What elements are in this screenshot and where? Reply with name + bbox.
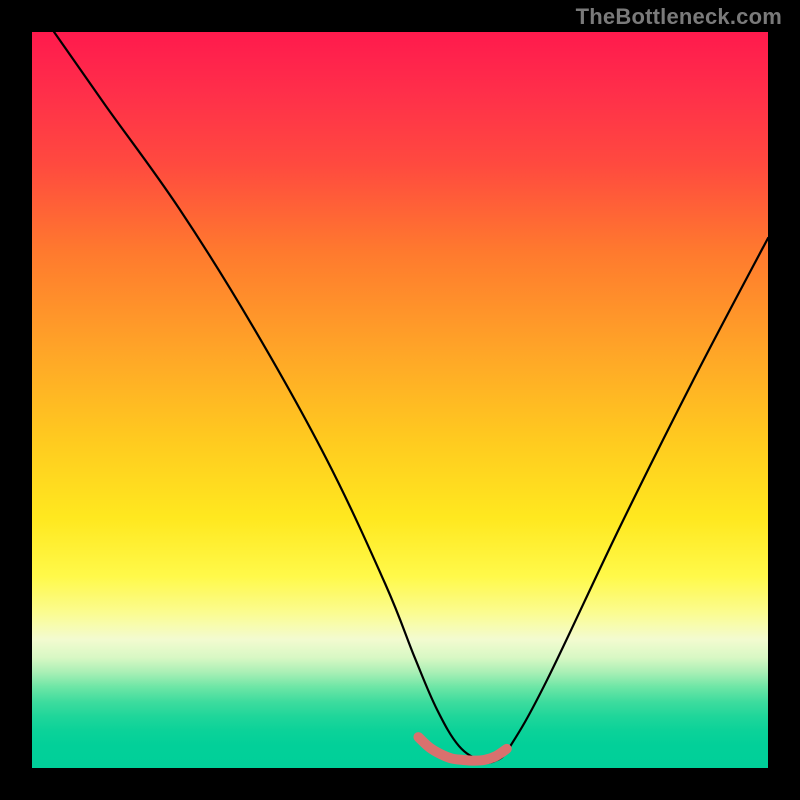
chart-container: TheBottleneck.com [0, 0, 800, 800]
plot-area [32, 32, 768, 768]
curve-layer [32, 32, 768, 768]
main-curve [54, 32, 768, 763]
watermark-text: TheBottleneck.com [576, 4, 782, 30]
